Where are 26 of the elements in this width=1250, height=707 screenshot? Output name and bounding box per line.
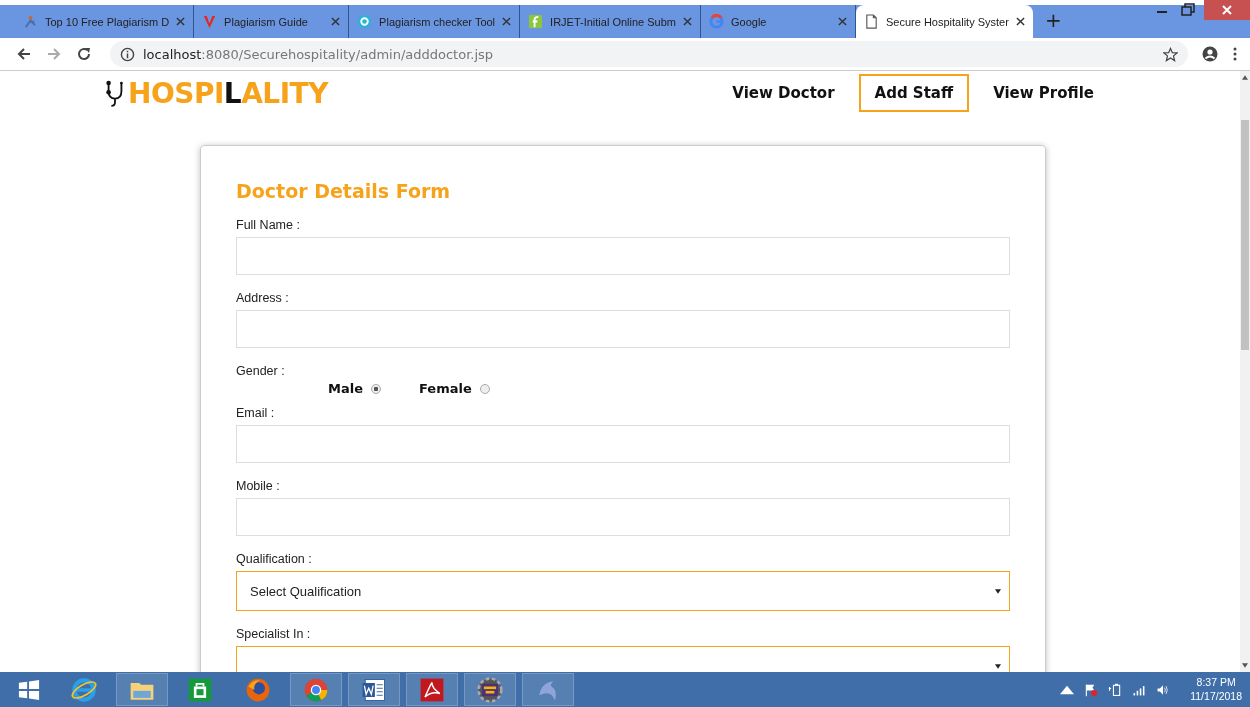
radio-label[interactable]: Female: [419, 381, 472, 396]
date-text: 11/17/2018: [1190, 689, 1242, 704]
nav-link[interactable]: View Profile: [977, 74, 1110, 112]
radio-label[interactable]: Male: [328, 381, 363, 396]
browser-tab[interactable]: Plagiarism Guide: [194, 5, 350, 38]
field-label: Specialist In :: [236, 627, 312, 641]
field-label: Qualification :: [236, 552, 313, 566]
clock[interactable]: 8:37 PM 11/17/2018: [1180, 675, 1250, 704]
form-title: Doctor Details Form: [236, 180, 452, 202]
browser-tab[interactable]: Plagiarism checker Tool: [349, 5, 521, 38]
nav-link[interactable]: View Doctor: [716, 74, 851, 112]
new-tab-button[interactable]: +: [1040, 8, 1066, 32]
browser-tab[interactable]: Secure Hospitality Syster: [856, 5, 1033, 38]
browser-tab[interactable]: IRJET-Initial Online Subm: [520, 5, 701, 38]
field-label: Address :: [236, 291, 290, 305]
logo-text: HOSPILALITY: [128, 77, 328, 110]
url-text: localhost:8080/Securehospitality/admin/adddoctor.jsp: [143, 46, 495, 62]
address-field[interactable]: localhost:8080/Securehospitality/admin/adddoctor.jsp: [110, 41, 1188, 67]
field-label: Full Name :: [236, 218, 301, 232]
field-label: Email :: [236, 406, 276, 420]
browser-tab[interactable]: Top 10 Free Plagiarism D: [15, 5, 195, 38]
time-text: 8:37 PM: [1196, 675, 1236, 690]
nav-link[interactable]: Add Staff: [858, 74, 970, 112]
select-dropdown[interactable]: Select Qualification: [236, 571, 1010, 611]
field-label: Mobile :: [236, 479, 281, 493]
field-label: Gender :: [236, 364, 286, 378]
